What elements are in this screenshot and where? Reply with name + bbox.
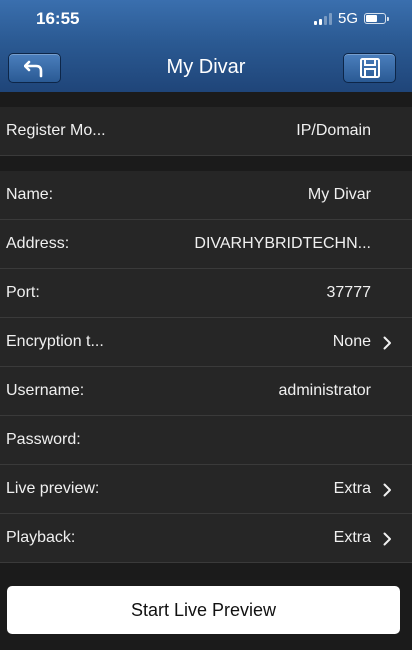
name-label: Name:: [6, 186, 54, 203]
name-row[interactable]: Name: My Divar: [0, 171, 412, 220]
live-preview-label: Live preview:: [6, 480, 100, 497]
playback-value: Extra: [333, 529, 371, 546]
save-button[interactable]: [343, 53, 396, 83]
register-mode-label: Register Mo...: [6, 122, 106, 139]
playback-label: Playback:: [6, 529, 76, 546]
username-value: administrator: [278, 382, 371, 399]
status-indicators: 5G: [313, 10, 389, 27]
navigation-header: 16:55 5G My Divar: [0, 0, 412, 92]
live-preview-row[interactable]: Live preview: Extra: [0, 465, 412, 514]
encryption-type-label: Encryption t...: [6, 333, 104, 350]
live-preview-value: Extra: [333, 480, 371, 497]
section-spacer: [0, 92, 412, 107]
signal-icon: [313, 12, 332, 25]
encryption-type-value: None: [332, 333, 371, 350]
status-time: 16:55: [36, 9, 80, 28]
port-row[interactable]: Port: 37777: [0, 269, 412, 318]
battery-icon: [364, 13, 389, 24]
username-label: Username:: [6, 382, 85, 399]
username-row[interactable]: Username: administrator: [0, 367, 412, 416]
password-label: Password:: [6, 431, 81, 448]
password-row[interactable]: Password:: [0, 416, 412, 465]
floppy-disk-icon: [359, 58, 380, 78]
port-label: Port:: [6, 284, 40, 301]
section-spacer: [0, 156, 412, 171]
register-mode-value: IP/Domain: [296, 122, 371, 139]
start-live-preview-button[interactable]: Start Live Preview: [7, 586, 400, 634]
chevron-right-icon: [383, 336, 391, 350]
chevron-right-icon: [383, 532, 391, 546]
register-mode-row[interactable]: Register Mo... IP/Domain: [0, 107, 412, 156]
address-label: Address:: [6, 235, 70, 252]
encryption-type-row[interactable]: Encryption t... None: [0, 318, 412, 367]
address-value: DIVARHYBRIDTECHN...: [194, 235, 371, 252]
port-value: 37777: [326, 284, 372, 301]
playback-row[interactable]: Playback: Extra: [0, 514, 412, 563]
name-value: My Divar: [307, 186, 371, 203]
chevron-right-icon: [383, 483, 391, 497]
network-type: 5G: [337, 10, 358, 27]
address-row[interactable]: Address: DIVARHYBRIDTECHN...: [0, 220, 412, 269]
